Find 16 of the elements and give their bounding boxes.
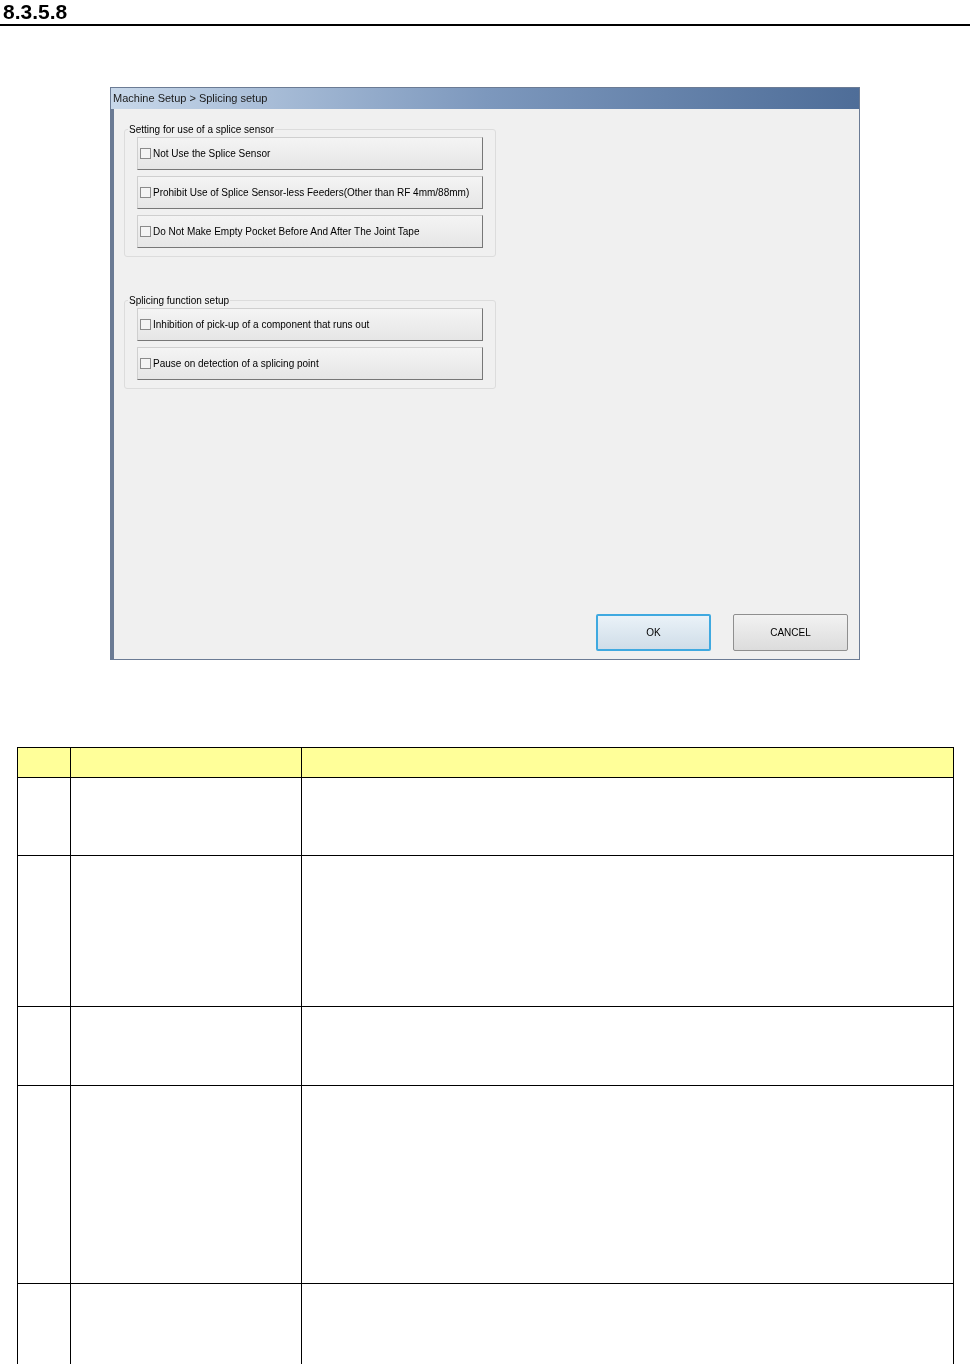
dialog-button[interactable]: OK [596,614,711,651]
option-button[interactable]: Pause on detection of a splicing point [137,347,483,380]
option-button[interactable]: Prohibit Use of Splice Sensor-less Feeders(Other than RF 4mm/88mm) [137,176,483,209]
group-title: Splicing function setup [128,294,231,308]
option-button[interactable]: Inhibition of pick-up of a component that runs out [137,308,483,341]
section-number: 8.3.5.8 [2,0,68,24]
window-title: Machine Setup > Splicing setup [113,91,268,107]
option-button[interactable]: Do Not Make Empty Pocket Before And After The Joint Tape [137,215,483,248]
dialog-button[interactable]: CANCEL [733,614,848,651]
option-button[interactable]: Not Use the Splice Sensor [137,137,483,170]
checkbox[interactable] [140,319,151,330]
checkbox[interactable] [140,187,151,198]
checkbox[interactable] [140,226,151,237]
group-title: Setting for use of a splice sensor [128,123,276,137]
checkbox[interactable] [140,148,151,159]
checkbox[interactable] [140,358,151,369]
